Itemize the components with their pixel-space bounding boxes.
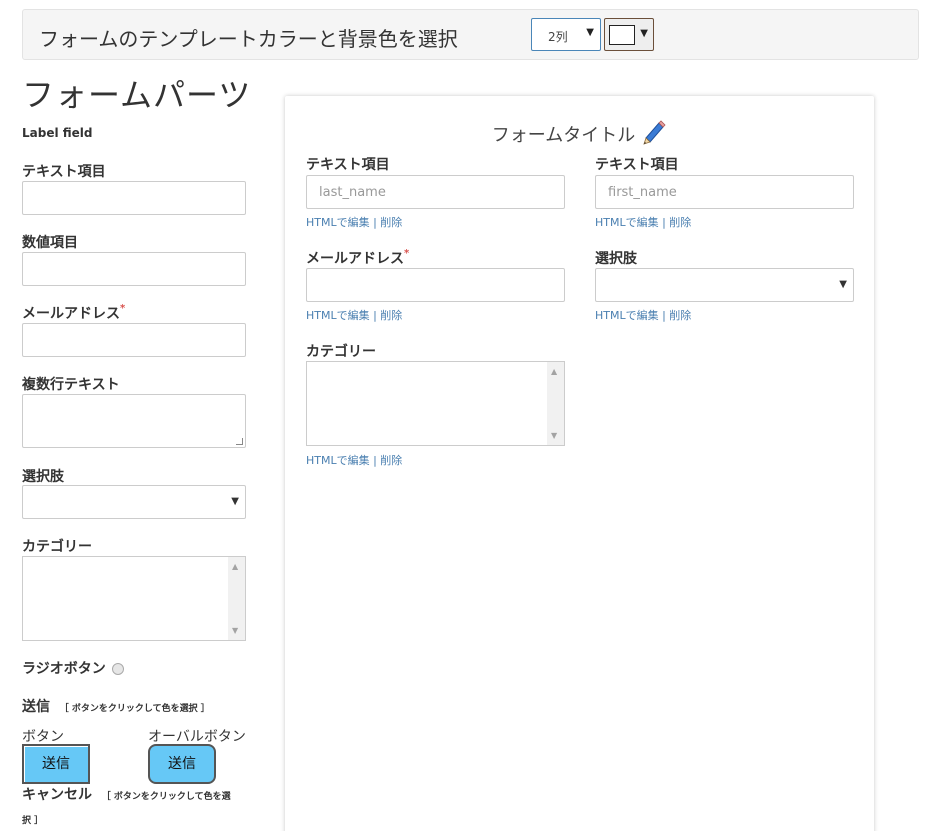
field-label-last-name: テキスト項目 bbox=[306, 157, 390, 173]
radio-button-part[interactable]: ラジオボタン bbox=[22, 658, 124, 678]
choice-select[interactable]: ▼ bbox=[595, 268, 854, 302]
field-actions-category[interactable]: HTMLで編集 | 削除 bbox=[306, 452, 402, 468]
first-name-input[interactable]: first_name bbox=[595, 175, 854, 209]
oval-button-caption: オーバルボタン bbox=[148, 729, 246, 745]
number-item-input[interactable] bbox=[22, 252, 246, 286]
category-listbox[interactable]: ▲ ▼ bbox=[22, 556, 246, 641]
select-label: 選択肢 bbox=[22, 469, 64, 485]
scrollbar[interactable]: ▲ ▼ bbox=[547, 362, 564, 445]
field-actions-select[interactable]: HTMLで編集 | 削除 bbox=[595, 307, 691, 323]
cancel-hint-cont: 択 ］ bbox=[22, 816, 44, 826]
email-label: メールアドレス* bbox=[22, 303, 125, 323]
form-canvas: フォームタイトル テキスト項目 last_name HTMLで編集 | 削除 テ… bbox=[285, 96, 874, 831]
submit-heading-text: 送信 bbox=[22, 699, 50, 715]
last-name-input[interactable]: last_name bbox=[306, 175, 565, 209]
radio-icon[interactable] bbox=[111, 663, 124, 675]
oval-submit-button[interactable]: 送信 bbox=[148, 744, 216, 784]
color-picker[interactable]: ▼ bbox=[604, 18, 654, 51]
columns-select[interactable]: 2列 ▼ bbox=[531, 18, 601, 51]
scroll-down-icon[interactable]: ▼ bbox=[551, 431, 557, 440]
required-mark: * bbox=[404, 248, 410, 259]
email-field[interactable] bbox=[306, 268, 565, 302]
template-color-toolbar: フォームのテンプレートカラーと背景色を選択 2列 ▼ ▼ bbox=[22, 9, 919, 60]
field-label-first-name: テキスト項目 bbox=[595, 157, 679, 173]
select-dropdown[interactable]: ▼ bbox=[22, 485, 246, 519]
field-label-category: カテゴリー bbox=[306, 344, 376, 360]
multiline-textarea[interactable] bbox=[22, 394, 246, 448]
resize-grip-icon[interactable] bbox=[236, 438, 243, 445]
field-label-select: 選択肢 bbox=[595, 251, 637, 267]
text-item-input[interactable] bbox=[22, 181, 246, 215]
label-field-part[interactable]: Label field bbox=[22, 126, 93, 140]
scroll-up-icon[interactable]: ▲ bbox=[551, 367, 557, 376]
columns-select-value: 2列 bbox=[548, 30, 568, 44]
field-label-email-text: メールアドレス bbox=[306, 251, 404, 267]
form-title: フォームタイトル bbox=[285, 119, 874, 147]
chevron-down-icon: ▼ bbox=[839, 279, 847, 290]
scrollbar[interactable]: ▲ ▼ bbox=[228, 557, 245, 640]
cancel-hint: ［ ボタンをクリックして色を選 bbox=[101, 792, 231, 802]
last-name-placeholder: last_name bbox=[319, 185, 386, 200]
chevron-down-icon: ▼ bbox=[640, 28, 648, 39]
first-name-placeholder: first_name bbox=[608, 185, 677, 200]
multiline-text-label: 複数行テキスト bbox=[22, 377, 120, 393]
category-label: カテゴリー bbox=[22, 539, 92, 555]
square-submit-button[interactable]: 送信 bbox=[22, 744, 90, 784]
toolbar-title: フォームのテンプレートカラーと背景色を選択 bbox=[39, 27, 458, 51]
button-caption: ボタン bbox=[22, 729, 64, 745]
radio-label: ラジオボタン bbox=[22, 661, 106, 677]
scroll-up-icon[interactable]: ▲ bbox=[232, 562, 238, 571]
submit-hint: ［ ボタンをクリックして色を選択 ］ bbox=[59, 704, 210, 714]
text-item-label: テキスト項目 bbox=[22, 164, 106, 180]
number-item-label: 数値項目 bbox=[22, 235, 78, 251]
category-list[interactable]: ▲ ▼ bbox=[306, 361, 565, 446]
form-title-text[interactable]: フォームタイトル bbox=[492, 125, 635, 146]
color-swatch bbox=[609, 25, 635, 45]
cancel-heading-text: キャンセル bbox=[22, 787, 92, 803]
field-actions-first-name[interactable]: HTMLで編集 | 削除 bbox=[595, 214, 691, 230]
required-mark: * bbox=[120, 303, 126, 314]
chevron-down-icon: ▼ bbox=[231, 496, 239, 507]
scroll-down-icon[interactable]: ▼ bbox=[232, 626, 238, 635]
email-input[interactable] bbox=[22, 323, 246, 357]
submit-heading: 送信 ［ ボタンをクリックして色を選択 ］ bbox=[22, 696, 210, 716]
field-actions-email[interactable]: HTMLで編集 | 削除 bbox=[306, 307, 402, 323]
field-actions-last-name[interactable]: HTMLで編集 | 削除 bbox=[306, 214, 402, 230]
cancel-heading: キャンセル ［ ボタンをクリックして色を選 bbox=[22, 784, 231, 804]
email-label-text: メールアドレス bbox=[22, 306, 120, 322]
chevron-down-icon: ▼ bbox=[586, 27, 594, 38]
field-label-email: メールアドレス* bbox=[306, 248, 409, 268]
pencil-icon[interactable] bbox=[641, 119, 667, 145]
palette-title: フォームパーツ bbox=[22, 76, 252, 114]
